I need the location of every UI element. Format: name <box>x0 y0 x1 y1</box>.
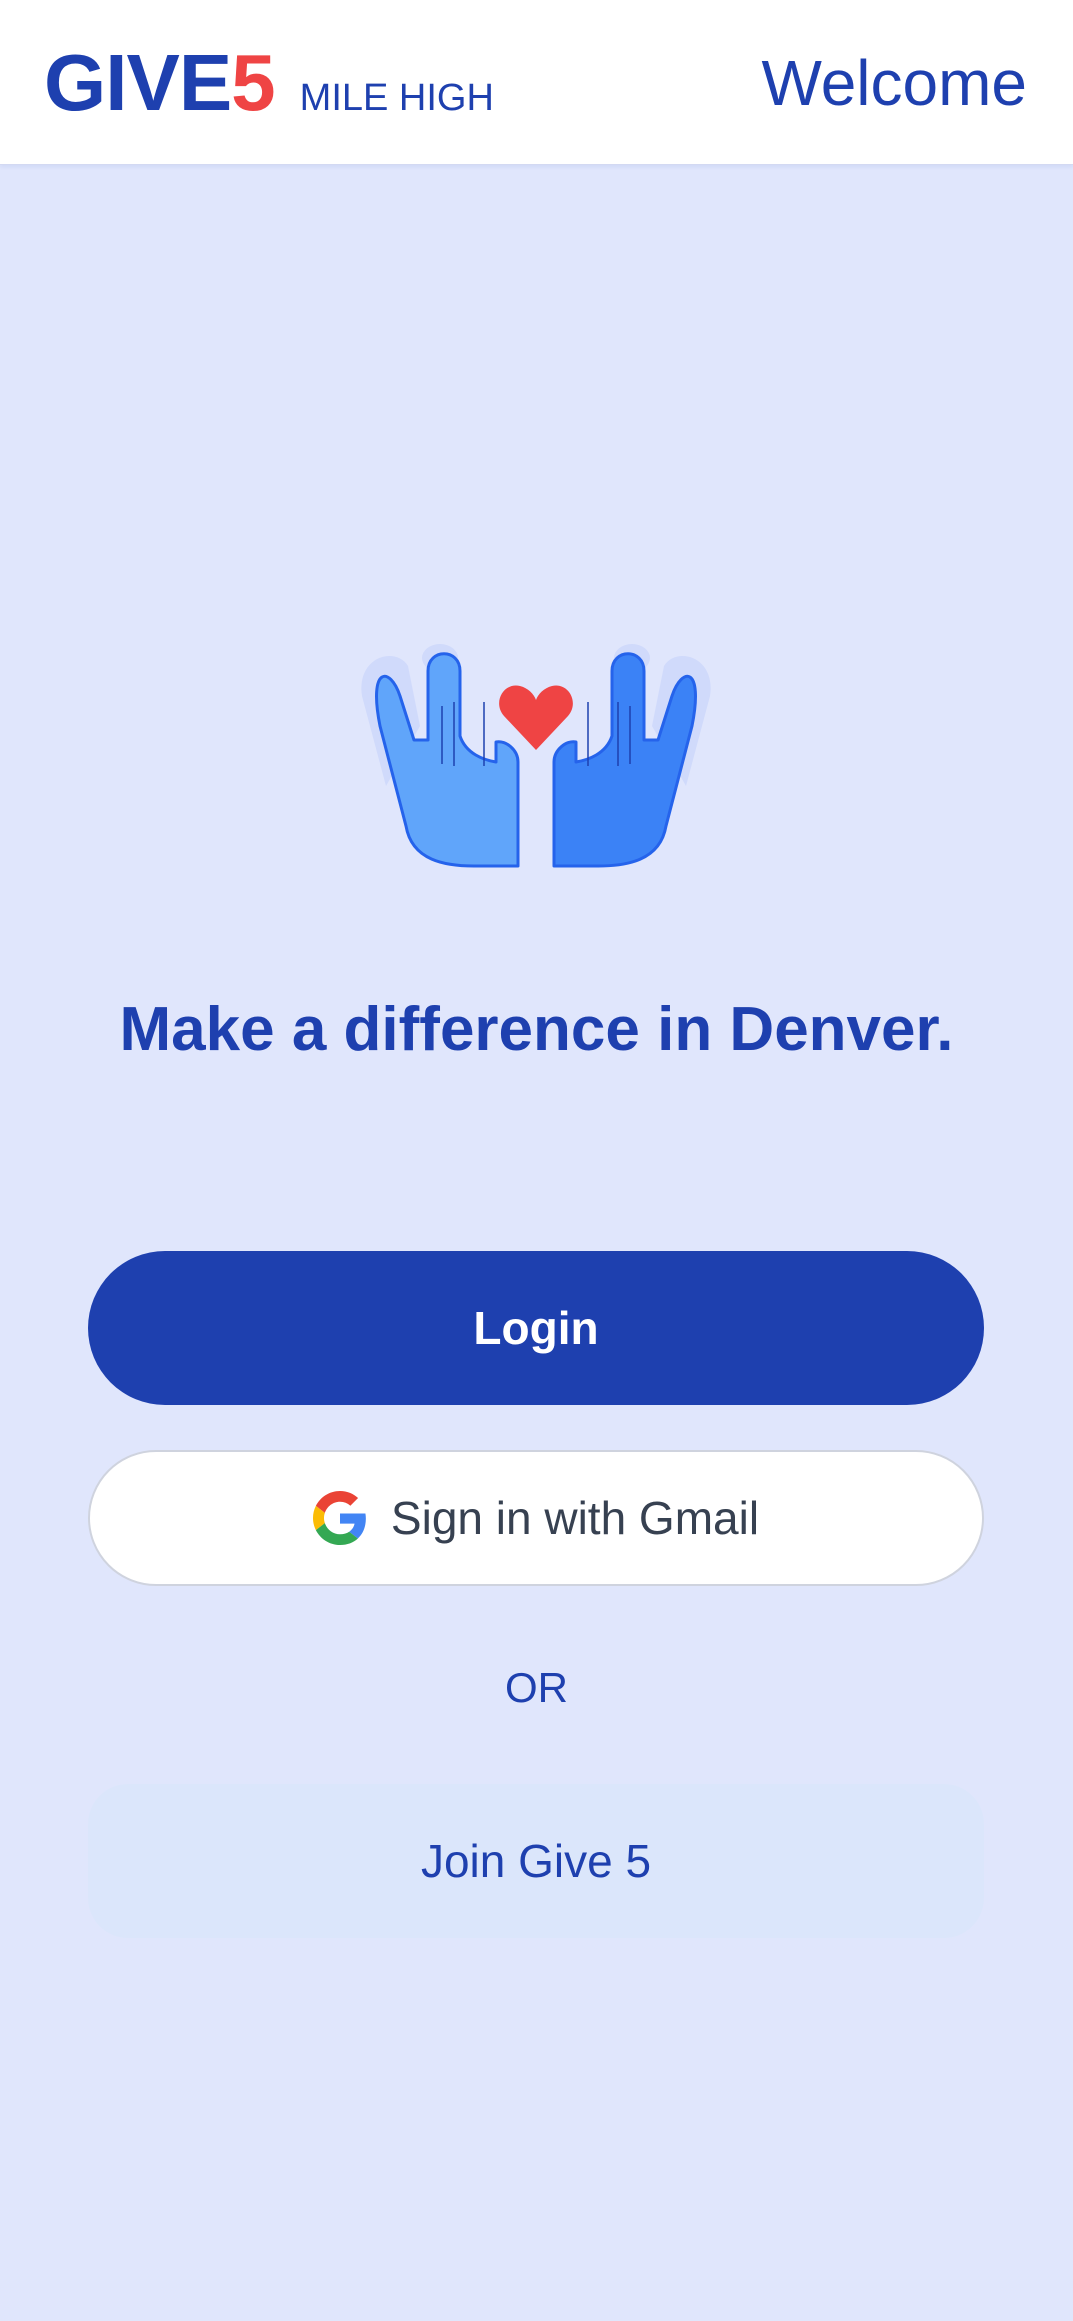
gmail-signin-button[interactable]: Sign in with Gmail <box>88 1450 984 1586</box>
tagline: Make a difference in Denver. <box>119 995 954 1064</box>
give5-logo[interactable]: GIVE 5 MILE HIGH <box>44 38 494 128</box>
logo-subtitle: MILE HIGH <box>299 77 494 119</box>
logo-five-text: 5 <box>231 38 276 127</box>
login-button[interactable]: Login <box>88 1251 984 1405</box>
google-icon <box>312 1491 391 1545</box>
join-button-label: Join Give 5 <box>420 1835 652 1887</box>
logo-give-text: GIVE <box>44 38 232 127</box>
login-button-label: Login <box>473 1302 599 1354</box>
join-button[interactable]: Join Give 5 <box>88 1784 984 1938</box>
or-divider: OR <box>505 1664 568 1711</box>
app-header: GIVE 5 MILE HIGH Welcome <box>0 0 1073 165</box>
page-title: Welcome <box>761 47 1027 119</box>
gmail-button-label: Sign in with Gmail <box>390 1492 760 1544</box>
hands-heart-icon <box>356 636 716 876</box>
